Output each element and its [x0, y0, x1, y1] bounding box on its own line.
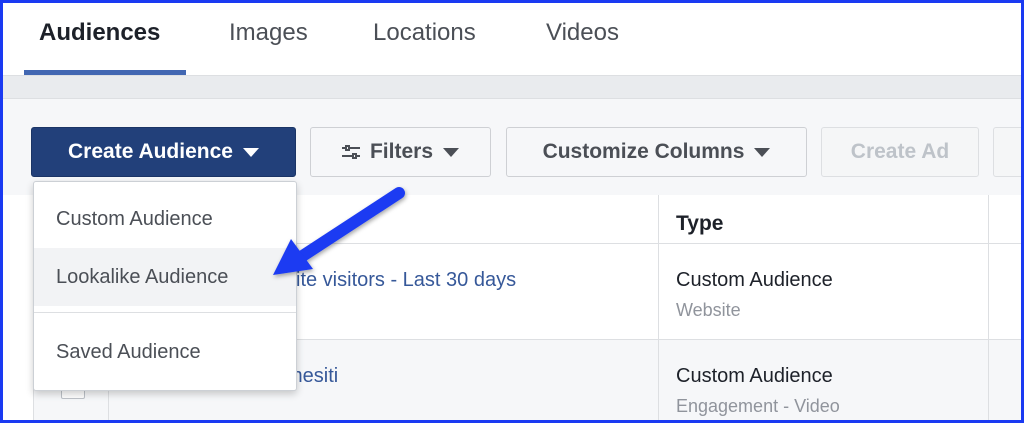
annotation-arrow-icon: [273, 187, 405, 275]
app-viewport: Audiences Images Locations Videos Create…: [3, 3, 1021, 420]
